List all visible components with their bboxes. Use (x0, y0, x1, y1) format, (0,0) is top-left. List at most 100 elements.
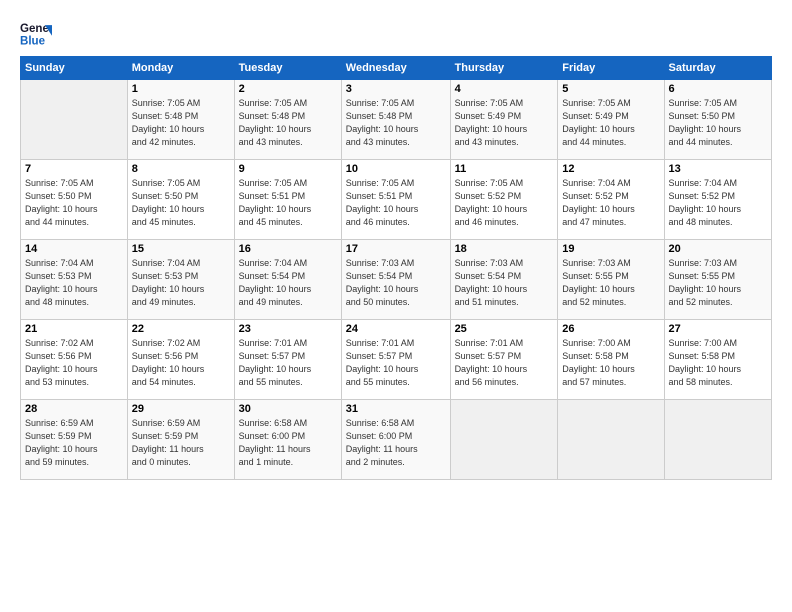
day-info: Sunrise: 7:05 AMSunset: 5:50 PMDaylight:… (132, 177, 230, 229)
day-number: 21 (25, 323, 123, 335)
day-info: Sunrise: 7:05 AMSunset: 5:49 PMDaylight:… (455, 97, 554, 149)
day-number: 27 (669, 323, 767, 335)
day-cell: 14 Sunrise: 7:04 AMSunset: 5:53 PMDayligh… (21, 240, 128, 320)
header: General Blue (20, 18, 772, 50)
header-row: SundayMondayTuesdayWednesdayThursdayFrid… (21, 57, 772, 80)
day-number: 6 (669, 83, 767, 95)
day-cell: 4 Sunrise: 7:05 AMSunset: 5:49 PMDaylight… (450, 80, 558, 160)
day-cell: 3 Sunrise: 7:05 AMSunset: 5:48 PMDaylight… (341, 80, 450, 160)
day-info: Sunrise: 7:05 AMSunset: 5:52 PMDaylight:… (455, 177, 554, 229)
day-cell: 18 Sunrise: 7:03 AMSunset: 5:54 PMDayligh… (450, 240, 558, 320)
day-number: 15 (132, 243, 230, 255)
day-info: Sunrise: 7:05 AMSunset: 5:50 PMDaylight:… (669, 97, 767, 149)
day-info: Sunrise: 6:58 AMSunset: 6:00 PMDaylight:… (346, 417, 446, 469)
header-cell-saturday: Saturday (664, 57, 771, 80)
day-number: 2 (239, 83, 337, 95)
day-cell: 28Sunrise: 6:59 AMSunset: 5:59 PMDayligh… (21, 400, 128, 480)
day-info: Sunrise: 7:03 AMSunset: 5:54 PMDaylight:… (455, 257, 554, 309)
day-info: Sunrise: 7:04 AMSunset: 5:52 PMDaylight:… (669, 177, 767, 229)
header-cell-friday: Friday (558, 57, 664, 80)
day-cell (558, 400, 664, 480)
day-cell: 17Sunrise: 7:03 AMSunset: 5:54 PMDayligh… (341, 240, 450, 320)
day-number: 3 (346, 83, 446, 95)
day-cell: 29 Sunrise: 6:59 AMSunset: 5:59 PMDayligh… (127, 400, 234, 480)
day-info: Sunrise: 7:01 AMSunset: 5:57 PMDaylight:… (239, 337, 337, 389)
day-number: 20 (669, 243, 767, 255)
day-info: Sunrise: 7:04 AMSunset: 5:54 PMDaylight:… (239, 257, 337, 309)
day-cell: 7 Sunrise: 7:05 AMSunset: 5:50 PMDaylight… (21, 160, 128, 240)
day-number: 23 (239, 323, 337, 335)
week-row-1: 1 Sunrise: 7:05 AMSunset: 5:48 PMDaylight… (21, 80, 772, 160)
logo-icon: General Blue (20, 18, 52, 50)
day-info: Sunrise: 7:04 AMSunset: 5:52 PMDaylight:… (562, 177, 659, 229)
day-cell: 31 Sunrise: 6:58 AMSunset: 6:00 PMDayligh… (341, 400, 450, 480)
day-info: Sunrise: 7:00 AMSunset: 5:58 PMDaylight:… (562, 337, 659, 389)
day-cell: 20 Sunrise: 7:03 AMSunset: 5:55 PMDayligh… (664, 240, 771, 320)
day-info: Sunrise: 7:04 AMSunset: 5:53 PMDaylight:… (25, 257, 123, 309)
day-cell: 5 Sunrise: 7:05 AMSunset: 5:49 PMDaylight… (558, 80, 664, 160)
day-number: 22 (132, 323, 230, 335)
day-number: 18 (455, 243, 554, 255)
day-cell: 8Sunrise: 7:05 AMSunset: 5:50 PMDaylight… (127, 160, 234, 240)
day-cell: 9Sunrise: 7:05 AMSunset: 5:51 PMDaylight… (234, 160, 341, 240)
day-number: 1 (132, 83, 230, 95)
calendar-page: General Blue SundayMondayTuesdayWednesda… (0, 0, 792, 490)
day-info: Sunrise: 7:03 AMSunset: 5:55 PMDaylight:… (562, 257, 659, 309)
day-cell: 1Sunrise: 7:05 AMSunset: 5:48 PMDaylight… (127, 80, 234, 160)
day-cell: 30 Sunrise: 6:58 AMSunset: 6:00 PMDayligh… (234, 400, 341, 480)
week-row-3: 14 Sunrise: 7:04 AMSunset: 5:53 PMDayligh… (21, 240, 772, 320)
day-info: Sunrise: 6:59 AMSunset: 5:59 PMDaylight:… (132, 417, 230, 469)
day-number: 5 (562, 83, 659, 95)
day-number: 7 (25, 163, 123, 175)
day-info: Sunrise: 7:03 AMSunset: 5:55 PMDaylight:… (669, 257, 767, 309)
day-number: 28 (25, 403, 123, 415)
day-cell: 24 Sunrise: 7:01 AMSunset: 5:57 PMDayligh… (341, 320, 450, 400)
day-cell: 12 Sunrise: 7:04 AMSunset: 5:52 PMDayligh… (558, 160, 664, 240)
calendar-table: SundayMondayTuesdayWednesdayThursdayFrid… (20, 56, 772, 480)
day-number: 31 (346, 403, 446, 415)
day-number: 12 (562, 163, 659, 175)
day-number: 16 (239, 243, 337, 255)
day-info: Sunrise: 7:01 AMSunset: 5:57 PMDaylight:… (455, 337, 554, 389)
svg-text:Blue: Blue (20, 36, 46, 48)
day-cell: 2 Sunrise: 7:05 AMSunset: 5:48 PMDaylight… (234, 80, 341, 160)
day-number: 25 (455, 323, 554, 335)
day-number: 10 (346, 163, 446, 175)
day-info: Sunrise: 7:05 AMSunset: 5:51 PMDaylight:… (239, 177, 337, 229)
day-number: 19 (562, 243, 659, 255)
week-row-4: 21 Sunrise: 7:02 AMSunset: 5:56 PMDayligh… (21, 320, 772, 400)
day-cell: 11 Sunrise: 7:05 AMSunset: 5:52 PMDayligh… (450, 160, 558, 240)
day-number: 4 (455, 83, 554, 95)
day-cell: 23 Sunrise: 7:01 AMSunset: 5:57 PMDayligh… (234, 320, 341, 400)
day-number: 11 (455, 163, 554, 175)
header-cell-thursday: Thursday (450, 57, 558, 80)
week-row-5: 28 Sunrise: 6:59 AMSunset: 5:59 PMDayligh… (21, 400, 772, 480)
header-cell-sunday: Sunday (21, 57, 128, 80)
day-cell: 10 Sunrise: 7:05 AMSunset: 5:51 PMDayligh… (341, 160, 450, 240)
day-number: 29 (132, 403, 230, 415)
day-cell (664, 400, 771, 480)
day-number: 14 (25, 243, 123, 255)
day-cell: 22 Sunrise: 7:02 AMSunset: 5:56 PMDayligh… (127, 320, 234, 400)
day-info: Sunrise: 7:05 AMSunset: 5:48 PMDaylight:… (239, 97, 337, 149)
header-cell-tuesday: Tuesday (234, 57, 341, 80)
day-cell: 16 Sunrise: 7:04 AMSunset: 5:54 PMDayligh… (234, 240, 341, 320)
day-info: Sunrise: 6:58 AMSunset: 6:00 PMDaylight:… (239, 417, 337, 469)
day-info: Sunrise: 7:05 AMSunset: 5:49 PMDaylight:… (562, 97, 659, 149)
day-info: Sunrise: 7:05 AMSunset: 5:50 PMDaylight:… (25, 177, 123, 229)
day-info: Sunrise: 7:01 AMSunset: 5:57 PMDaylight:… (346, 337, 446, 389)
day-info: Sunrise: 7:03 AMSunset: 5:54 PMDaylight:… (346, 257, 446, 309)
day-cell: 27Sunrise: 7:00 AMSunset: 5:58 PMDayligh… (664, 320, 771, 400)
day-info: Sunrise: 7:05 AMSunset: 5:51 PMDaylight:… (346, 177, 446, 229)
day-cell (450, 400, 558, 480)
day-info: Sunrise: 7:05 AMSunset: 5:48 PMDaylight:… (346, 97, 446, 149)
day-cell: 13 Sunrise: 7:04 AMSunset: 5:52 PMDayligh… (664, 160, 771, 240)
day-number: 13 (669, 163, 767, 175)
day-number: 24 (346, 323, 446, 335)
day-number: 30 (239, 403, 337, 415)
week-row-2: 7 Sunrise: 7:05 AMSunset: 5:50 PMDaylight… (21, 160, 772, 240)
svg-text:General: General (20, 23, 52, 35)
day-info: Sunrise: 7:02 AMSunset: 5:56 PMDaylight:… (132, 337, 230, 389)
day-cell: 26Sunrise: 7:00 AMSunset: 5:58 PMDayligh… (558, 320, 664, 400)
day-info: Sunrise: 7:02 AMSunset: 5:56 PMDaylight:… (25, 337, 123, 389)
